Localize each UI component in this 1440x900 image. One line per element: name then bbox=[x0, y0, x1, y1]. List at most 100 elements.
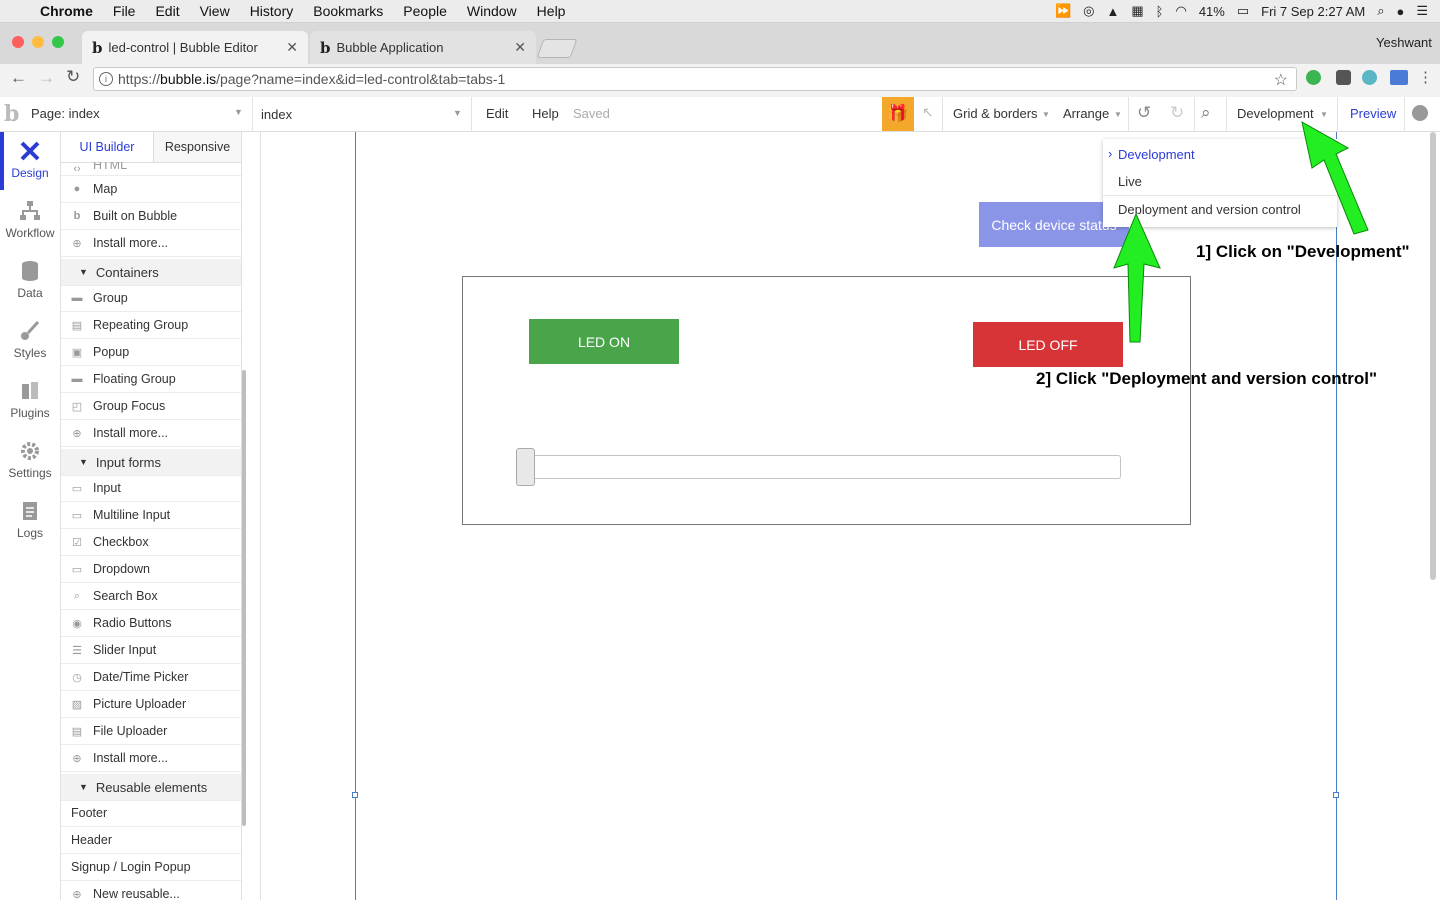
maximize-window-button[interactable] bbox=[52, 36, 64, 48]
menubar-people[interactable]: People bbox=[403, 3, 447, 19]
rail-design[interactable]: Design bbox=[0, 132, 60, 192]
element-floating-group[interactable]: ▬ Floating Group bbox=[61, 366, 241, 393]
bookmark-star-icon[interactable]: ☆ bbox=[1274, 70, 1288, 90]
canvas-scrollbar[interactable] bbox=[1430, 132, 1436, 580]
profile-name[interactable]: Yeshwant bbox=[1376, 35, 1432, 50]
arrange-menu[interactable]: Arrange bbox=[1063, 106, 1109, 121]
element-map[interactable]: ● Map bbox=[61, 176, 241, 203]
clock[interactable]: Fri 7 Sep 2:27 AM bbox=[1261, 4, 1365, 19]
element-radio-buttons[interactable]: ◉ Radio Buttons bbox=[61, 610, 241, 637]
element-dropdown[interactable]: ▭ Dropdown bbox=[61, 556, 241, 583]
element-date-time-picker[interactable]: ◷ Date/Time Picker bbox=[61, 664, 241, 691]
menubar-help[interactable]: Help bbox=[537, 3, 566, 19]
rail-workflow[interactable]: Workflow bbox=[0, 192, 60, 252]
search-icon[interactable]: ⌕ bbox=[1201, 103, 1211, 123]
install-more-containers[interactable]: ⊕ Install more... bbox=[61, 420, 241, 447]
element-multiline-input[interactable]: ▭ Multiline Input bbox=[61, 502, 241, 529]
install-more-inputs[interactable]: ⊕ Install more... bbox=[61, 745, 241, 772]
edit-menu[interactable]: Edit bbox=[486, 106, 508, 121]
element-input[interactable]: ▭ Input bbox=[61, 475, 241, 502]
address-bar[interactable]: i https://bubble.is/page?name=index&id=l… bbox=[93, 67, 1297, 91]
element-group[interactable]: ▬ Group bbox=[61, 285, 241, 312]
element-picture-uploader[interactable]: ▨ Picture Uploader bbox=[61, 691, 241, 718]
redo-icon[interactable]: ↻ bbox=[1170, 103, 1184, 123]
close-window-button[interactable] bbox=[12, 36, 24, 48]
menubar-history[interactable]: History bbox=[250, 3, 294, 19]
notification-list-icon[interactable]: ☰ bbox=[1416, 3, 1428, 19]
category-input-forms[interactable]: ▼ Input forms bbox=[61, 449, 241, 476]
rail-plugins[interactable]: Plugins bbox=[0, 372, 60, 432]
tab-responsive[interactable]: Responsive bbox=[154, 132, 241, 163]
menubar-window[interactable]: Window bbox=[467, 3, 517, 19]
led-on-button[interactable]: LED ON bbox=[529, 319, 679, 364]
element-select[interactable]: index ▼ bbox=[253, 97, 470, 131]
page-select[interactable]: Page: index ▼ bbox=[24, 97, 252, 131]
element-popup[interactable]: ▣ Popup bbox=[61, 339, 241, 366]
battery-icon[interactable]: ▭ bbox=[1237, 3, 1249, 19]
element-file-uploader[interactable]: ▤ File Uploader bbox=[61, 718, 241, 745]
element-repeating-group[interactable]: ▤ Repeating Group bbox=[61, 312, 241, 339]
m-extension-icon[interactable] bbox=[1362, 70, 1377, 85]
dropdown-item-live[interactable]: Live bbox=[1118, 174, 1142, 189]
install-more-visual[interactable]: ⊕ Install more... bbox=[61, 230, 241, 257]
rail-data[interactable]: Data bbox=[0, 252, 60, 312]
menubar-bookmarks[interactable]: Bookmarks bbox=[313, 3, 383, 19]
element-slider-input[interactable]: ☰ Slider Input bbox=[61, 637, 241, 664]
browser-tab-app[interactable]: b Bubble Application ✕ bbox=[310, 31, 536, 64]
slider-thumb[interactable] bbox=[516, 448, 535, 486]
grid-borders-menu[interactable]: Grid & borders bbox=[953, 106, 1038, 121]
reusable-footer[interactable]: Footer bbox=[61, 800, 241, 827]
element-search-box[interactable]: ⌕ Search Box bbox=[61, 583, 241, 610]
panel-scrollbar[interactable] bbox=[242, 370, 246, 826]
close-tab-icon[interactable]: ✕ bbox=[514, 39, 526, 56]
new-tab-button[interactable] bbox=[536, 39, 578, 58]
minimize-window-button[interactable] bbox=[32, 36, 44, 48]
resize-handle[interactable] bbox=[352, 792, 358, 798]
pocket-extension-icon[interactable] bbox=[1336, 70, 1351, 85]
rail-settings[interactable]: Settings bbox=[0, 432, 60, 492]
siri-icon[interactable]: ● bbox=[1396, 4, 1404, 19]
screen-extension-icon[interactable] bbox=[1390, 70, 1408, 85]
menubar-file[interactable]: File bbox=[113, 3, 136, 19]
help-menu[interactable]: Help bbox=[532, 106, 559, 121]
reusable-signup-login-popup[interactable]: Signup / Login Popup bbox=[61, 854, 241, 881]
undo-icon[interactable]: ↺ bbox=[1137, 103, 1151, 123]
tab-ui-builder[interactable]: UI Builder bbox=[61, 132, 154, 163]
account-icon[interactable] bbox=[1412, 105, 1428, 121]
menubar-view[interactable]: View bbox=[200, 3, 230, 19]
brightness-slider[interactable] bbox=[520, 455, 1121, 479]
resize-handle[interactable] bbox=[1333, 792, 1339, 798]
rail-styles[interactable]: Styles bbox=[0, 312, 60, 372]
target-icon[interactable]: ◎ bbox=[1083, 3, 1094, 19]
grammarly-extension-icon[interactable] bbox=[1306, 70, 1321, 85]
fastforward-icon[interactable]: ⏩ bbox=[1055, 3, 1071, 19]
bluetooth-icon[interactable]: ᛒ bbox=[1156, 4, 1164, 19]
bubble-logo-icon[interactable]: b bbox=[4, 101, 19, 127]
element-group-focus[interactable]: ◰ Group Focus bbox=[61, 393, 241, 420]
back-icon[interactable]: ← bbox=[10, 68, 27, 88]
close-tab-icon[interactable]: ✕ bbox=[286, 39, 298, 56]
wifi-icon[interactable]: ◠ bbox=[1175, 3, 1186, 19]
spotlight-icon[interactable]: ⌕ bbox=[1377, 3, 1384, 19]
rail-logs[interactable]: Logs bbox=[0, 492, 60, 552]
chrome-menu-icon[interactable]: ⋮ bbox=[1418, 68, 1433, 86]
gift-icon[interactable]: 🎁 bbox=[882, 97, 914, 131]
element-built-on-bubble[interactable]: b Built on Bubble bbox=[61, 203, 241, 230]
led-off-button[interactable]: LED OFF bbox=[973, 322, 1123, 367]
reusable-header[interactable]: Header bbox=[61, 827, 241, 854]
menubar-app-name[interactable]: Chrome bbox=[40, 3, 93, 19]
dropdown-item-development[interactable]: Development bbox=[1118, 147, 1195, 162]
element-html[interactable]: ‹› HTML bbox=[61, 162, 241, 176]
category-reusable-elements[interactable]: ▼ Reusable elements bbox=[61, 774, 241, 801]
pointer-tool-icon[interactable]: ↖ bbox=[922, 104, 934, 121]
reload-icon[interactable]: ↻ bbox=[66, 67, 80, 87]
browser-tab-editor[interactable]: b led-control | Bubble Editor ✕ bbox=[82, 31, 308, 64]
forward-icon[interactable]: → bbox=[38, 68, 55, 88]
element-checkbox[interactable]: ☑ Checkbox bbox=[61, 529, 241, 556]
info-icon[interactable]: i bbox=[99, 72, 113, 86]
new-reusable[interactable]: ⊕ New reusable... bbox=[61, 881, 241, 900]
menubar-edit[interactable]: Edit bbox=[155, 3, 179, 19]
drive-icon[interactable]: ▲ bbox=[1106, 4, 1119, 19]
category-containers[interactable]: ▼ Containers bbox=[61, 259, 241, 286]
control-group[interactable] bbox=[462, 276, 1191, 525]
